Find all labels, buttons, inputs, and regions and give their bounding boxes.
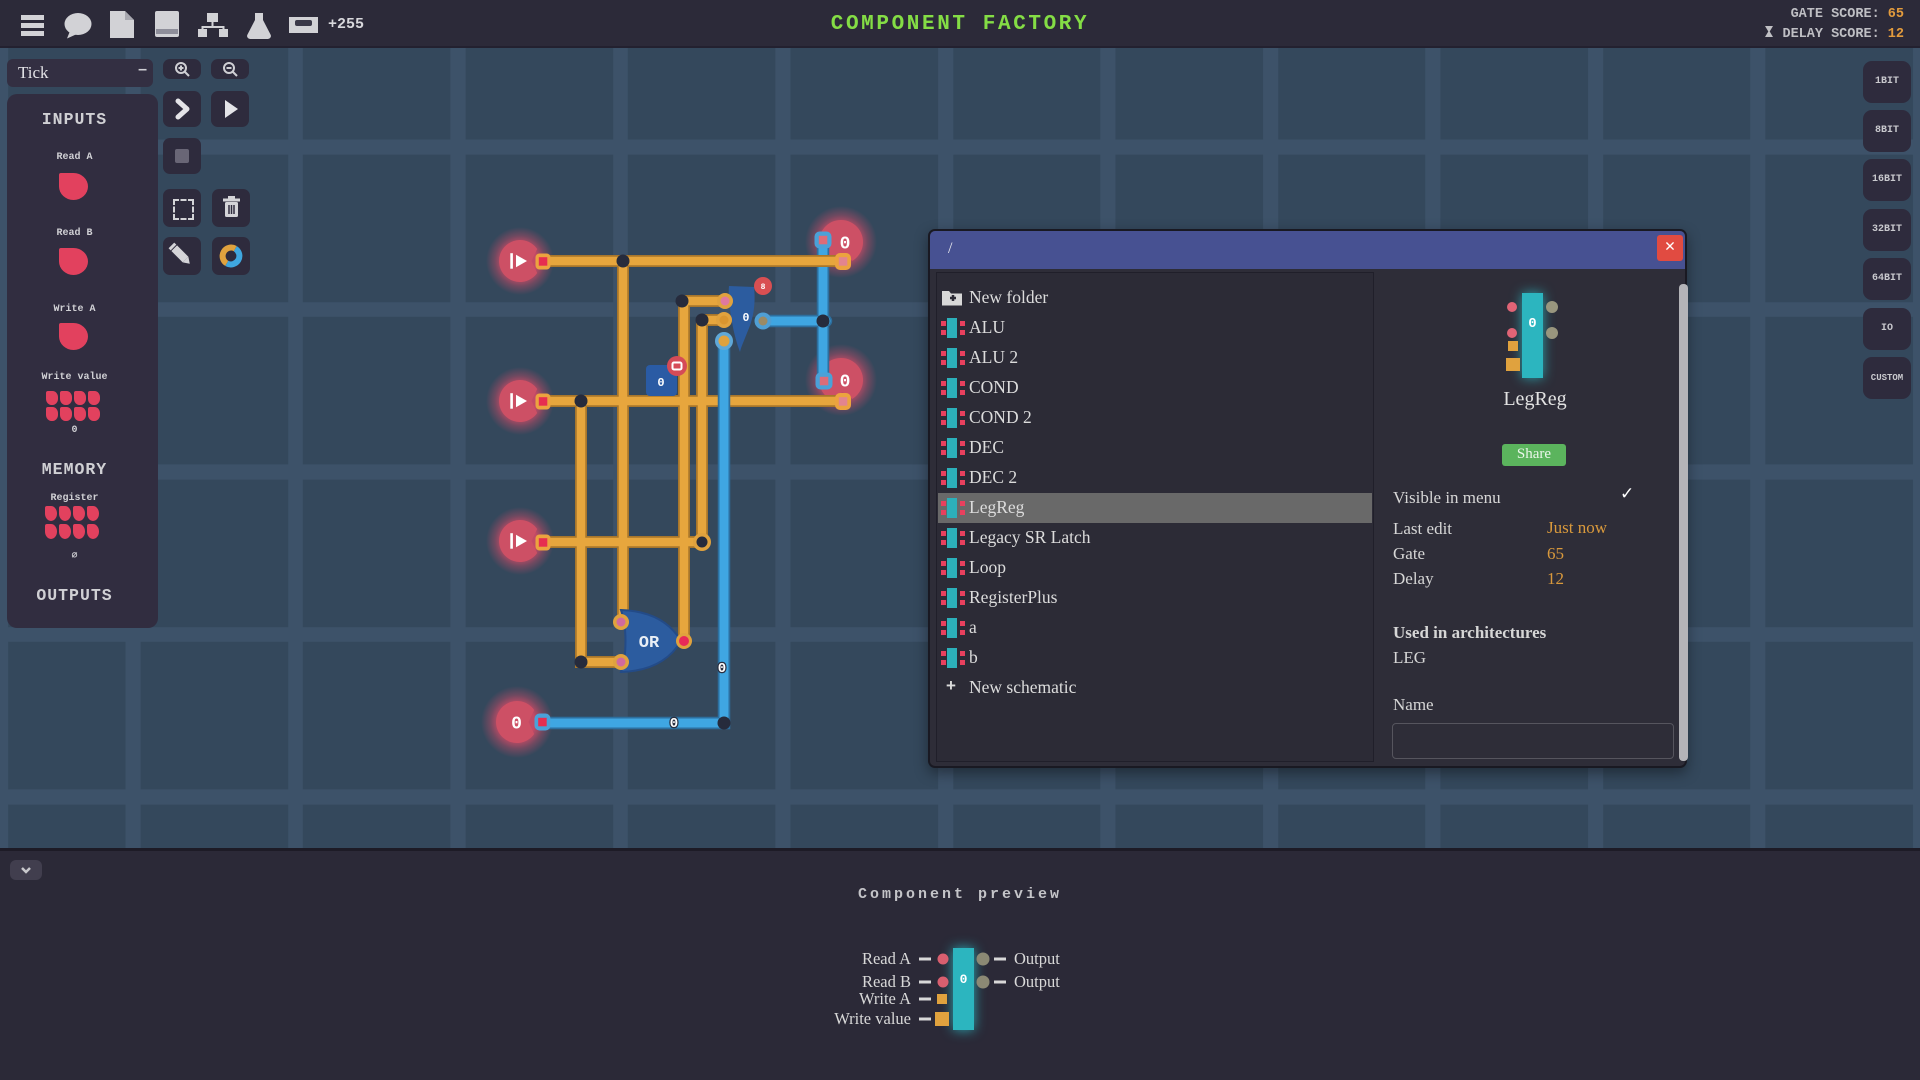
svg-text:8: 8 [761, 283, 766, 292]
svg-text:0: 0 [657, 376, 664, 390]
svg-text:0: 0 [840, 373, 851, 393]
svg-text:0: 0 [718, 661, 726, 677]
svg-text:0: 0 [743, 312, 750, 325]
svg-text:Output: Output [1014, 972, 1060, 991]
svg-text:0: 0 [840, 235, 851, 255]
svg-text:Output: Output [1014, 949, 1060, 968]
svg-text:Write A: Write A [859, 989, 911, 1008]
svg-text:OR: OR [639, 634, 660, 653]
svg-text:Read A: Read A [862, 949, 911, 968]
svg-text:Write value: Write value [834, 1009, 911, 1028]
svg-text:0: 0 [670, 716, 678, 732]
svg-text:0: 0 [511, 715, 522, 735]
